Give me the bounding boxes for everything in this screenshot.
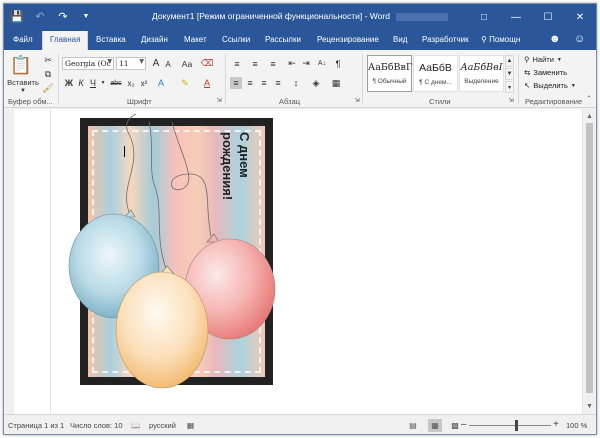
zoom-slider-track[interactable] — [469, 425, 551, 426]
zoom-in-icon[interactable]: + — [553, 419, 559, 430]
balloons-illustration — [68, 113, 276, 389]
page-count[interactable]: Страница 1 из 1 — [8, 421, 64, 430]
zoom-slider-thumb[interactable] — [515, 420, 518, 431]
word-count[interactable]: Число слов: 10 — [70, 421, 123, 430]
balloon-string — [170, 121, 212, 237]
print-layout-icon[interactable]: ▦ — [428, 419, 442, 432]
read-mode-icon[interactable]: ▤ — [406, 419, 420, 432]
peach-balloon — [115, 271, 209, 389]
zoom-level[interactable]: 100 % — [566, 421, 587, 430]
status-bar: Страница 1 из 1 Число слов: 10 📖 русский… — [4, 414, 596, 434]
macro-icon[interactable]: ▦ — [187, 421, 194, 430]
balloon-string — [126, 113, 137, 213]
zoom-out-icon[interactable]: – — [461, 419, 467, 430]
proofing-icon[interactable]: 📖 — [131, 421, 140, 430]
language[interactable]: русский — [149, 421, 176, 430]
greeting-text[interactable]: С днем рождения! — [219, 132, 253, 200]
web-layout-icon[interactable]: ▩ — [448, 419, 462, 432]
word-window: 💾 ↶ ↷ ▼ Документ1 [Режим ограниченной фу… — [3, 3, 597, 435]
